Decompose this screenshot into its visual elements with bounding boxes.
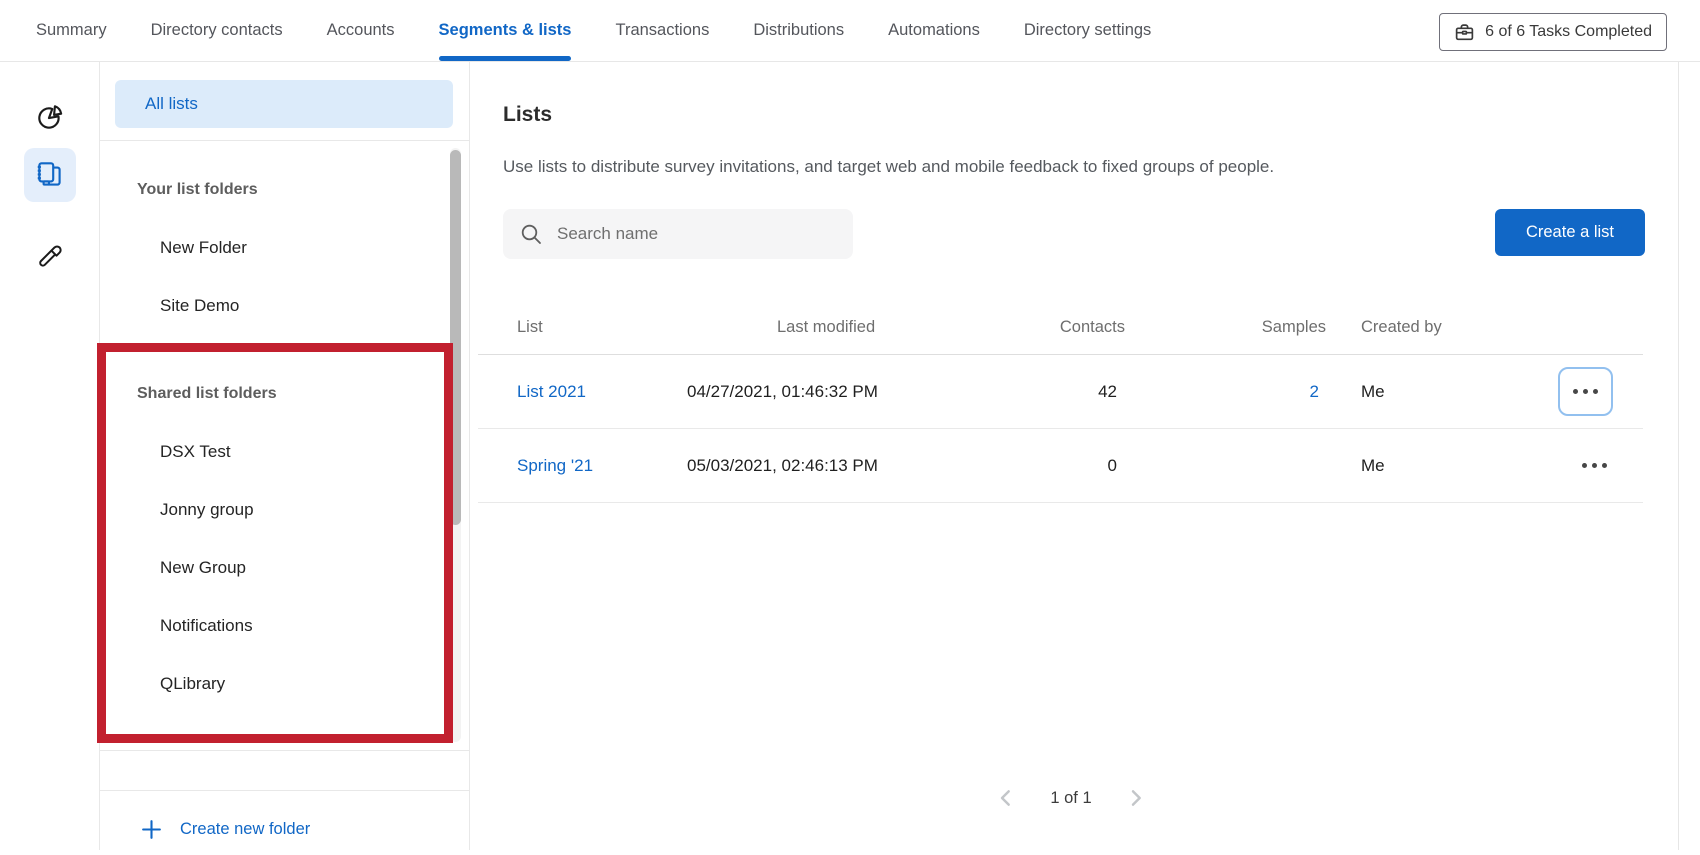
- last-modified-value: 05/03/2021, 02:46:13 PM: [687, 456, 940, 476]
- column-header-contacts: Contacts: [940, 318, 1125, 337]
- nav-tabs: Summary Directory contacts Accounts Segment…: [36, 0, 1151, 61]
- table-row-list-2021: List 2021 04/27/2021, 01:46:32 PM42 2 Me: [478, 355, 1643, 429]
- column-header-created-by: Created by: [1326, 318, 1553, 337]
- all-lists-label: All lists: [145, 94, 198, 114]
- lists-table: List Last modified Contacts Samples Crea…: [478, 300, 1643, 503]
- folder-panel: All lists Your list foldersNew FolderSit…: [100, 62, 470, 850]
- row-actions-button-list-2021[interactable]: [1558, 367, 1613, 416]
- divider: [100, 790, 469, 791]
- tab-summary[interactable]: Summary: [36, 0, 107, 61]
- last-modified-value: 04/27/2021, 01:46:32 PM: [687, 382, 940, 402]
- pagination-label: 1 of 1: [1050, 789, 1091, 808]
- folder-section-heading-shared-list-folders: Shared list folders: [100, 365, 455, 423]
- list-link-list-2021[interactable]: List 2021: [517, 382, 586, 401]
- tab-transactions[interactable]: Transactions: [615, 0, 709, 61]
- chevron-left-icon[interactable]: [998, 788, 1012, 808]
- chevron-right-icon[interactable]: [1130, 788, 1144, 808]
- sidebar-item-notifications[interactable]: Notifications: [100, 597, 455, 655]
- sidebar-item-all-lists[interactable]: All lists: [115, 80, 453, 128]
- tab-accounts[interactable]: Accounts: [327, 0, 395, 61]
- sidebar-item-new-folder[interactable]: New Folder: [100, 219, 455, 277]
- table-header-row: List Last modified Contacts Samples Crea…: [478, 300, 1643, 355]
- create-a-list-button[interactable]: Create a list: [1495, 209, 1645, 256]
- page-title: Lists: [503, 103, 552, 127]
- create-new-folder-button[interactable]: Create new folder: [100, 803, 469, 855]
- sidebar-item-site-demo[interactable]: Site Demo: [100, 277, 455, 335]
- column-header-list: List: [478, 318, 687, 337]
- folder-scrollbar-track[interactable]: [450, 148, 461, 742]
- main-scroll-gutter: [1678, 62, 1679, 850]
- ellipsis-icon: [1573, 389, 1598, 394]
- sidebar-item-qlibrary[interactable]: QLibrary: [100, 655, 455, 713]
- top-navigation: Summary Directory contacts Accounts Segment…: [0, 0, 1700, 62]
- created-by-value: Me: [1326, 382, 1553, 402]
- divider: [100, 750, 469, 751]
- contacts-value: 0: [940, 456, 1125, 476]
- tab-distributions[interactable]: Distributions: [753, 0, 844, 61]
- search-icon: [519, 222, 543, 246]
- pie-chart-icon[interactable]: [24, 90, 76, 144]
- folder-section-heading-your-list-folders: Your list folders: [100, 161, 455, 219]
- search-box: [503, 209, 853, 259]
- contacts-value: 42: [940, 382, 1125, 402]
- column-header-samples: Samples: [1125, 318, 1326, 337]
- section-gap: [100, 335, 455, 365]
- main-content: Lists Use lists to distribute survey inv…: [470, 62, 1700, 850]
- pagination: 1 of 1: [998, 788, 1143, 808]
- tab-automations[interactable]: Automations: [888, 0, 980, 61]
- table-body: List 202104/27/2021, 01:46:32 PM422MeSpr…: [478, 355, 1643, 503]
- page-description: Use lists to distribute survey invitatio…: [503, 157, 1274, 177]
- divider: [100, 140, 469, 141]
- folder-list: Your list foldersNew FolderSite Demo Shar…: [100, 161, 455, 713]
- create-new-folder-label: Create new folder: [180, 820, 310, 839]
- samples-link[interactable]: 2: [1310, 382, 1319, 401]
- tasks-completed-label: 6 of 6 Tasks Completed: [1485, 23, 1652, 41]
- created-by-value: Me: [1326, 456, 1553, 476]
- folder-scrollbar-thumb[interactable]: [450, 150, 461, 525]
- ellipsis-icon: [1582, 463, 1607, 468]
- sidebar-item-dsx-test[interactable]: DSX Test: [100, 423, 455, 481]
- briefcase-icon: [1454, 22, 1475, 43]
- icon-rail: [0, 62, 100, 850]
- sidebar-item-new-group[interactable]: New Group: [100, 539, 455, 597]
- plus-icon: [140, 818, 163, 841]
- table-row-spring-21: Spring '21 05/03/2021, 02:46:13 PM0 Me: [478, 429, 1643, 503]
- tasks-completed-button[interactable]: 6 of 6 Tasks Completed: [1439, 13, 1667, 51]
- sidebar-item-jonny-group[interactable]: Jonny group: [100, 481, 455, 539]
- tab-directory-contacts[interactable]: Directory contacts: [151, 0, 283, 61]
- column-header-last-modified: Last modified: [687, 318, 940, 337]
- search-input[interactable]: [557, 224, 817, 244]
- eyedropper-icon[interactable]: [24, 230, 76, 284]
- row-actions-button-spring-21[interactable]: [1576, 457, 1613, 474]
- notebook-lists-icon[interactable]: [24, 148, 76, 202]
- tab-segments-lists[interactable]: Segments & lists: [439, 0, 572, 61]
- list-link-spring-21[interactable]: Spring '21: [517, 456, 593, 475]
- tab-directory-settings[interactable]: Directory settings: [1024, 0, 1151, 61]
